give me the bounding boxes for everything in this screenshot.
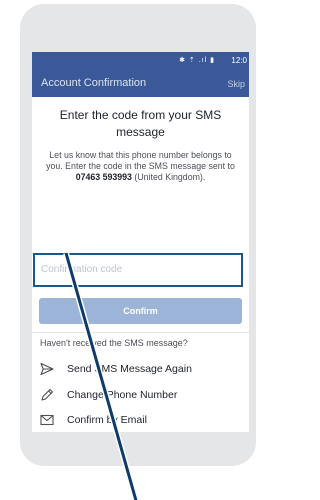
option-label: Send SMS Message Again xyxy=(67,363,192,375)
confirmation-code-field[interactable] xyxy=(33,253,243,287)
status-time: 12:0 xyxy=(231,56,247,65)
confirmation-code-input[interactable] xyxy=(39,263,243,276)
envelope-icon xyxy=(40,414,54,426)
confirm-by-email-option[interactable]: Confirm by Email xyxy=(40,412,245,430)
send-sms-again-option[interactable]: Send SMS Message Again xyxy=(40,361,245,379)
status-bar: ✱ ⇡ .ıl ▮ 12:0 xyxy=(32,52,249,70)
pencil-icon xyxy=(41,388,54,401)
illustration-background: ✱ ⇡ .ıl ▮ 12:0 Account Confirmation Skip… xyxy=(0,0,256,500)
change-phone-number-option[interactable]: Change Phone Number xyxy=(40,387,245,405)
page-title: Account Confirmation xyxy=(41,77,147,89)
skip-button[interactable]: Skip xyxy=(227,79,245,89)
phone-screen: ✱ ⇡ .ıl ▮ 12:0 Account Confirmation Skip… xyxy=(32,52,249,432)
option-label: Change Phone Number xyxy=(67,389,178,401)
description-text: Let us know that this phone number belon… xyxy=(46,150,235,171)
app-bar: Account Confirmation Skip xyxy=(32,70,249,97)
description-country: (United Kingdom). xyxy=(131,172,206,182)
instruction-heading: Enter the code from your SMS message xyxy=(59,108,222,139)
status-icons: ✱ ⇡ .ıl ▮ xyxy=(179,57,215,64)
phone-number: 07463 593993 xyxy=(75,172,132,182)
divider xyxy=(32,332,249,333)
not-received-text: Haven't received the SMS message? xyxy=(40,338,188,348)
instruction-description: Let us know that this phone number belon… xyxy=(40,150,241,183)
confirm-button[interactable]: Confirm xyxy=(39,298,242,324)
send-icon xyxy=(40,362,54,376)
option-label: Confirm by Email xyxy=(67,414,147,426)
